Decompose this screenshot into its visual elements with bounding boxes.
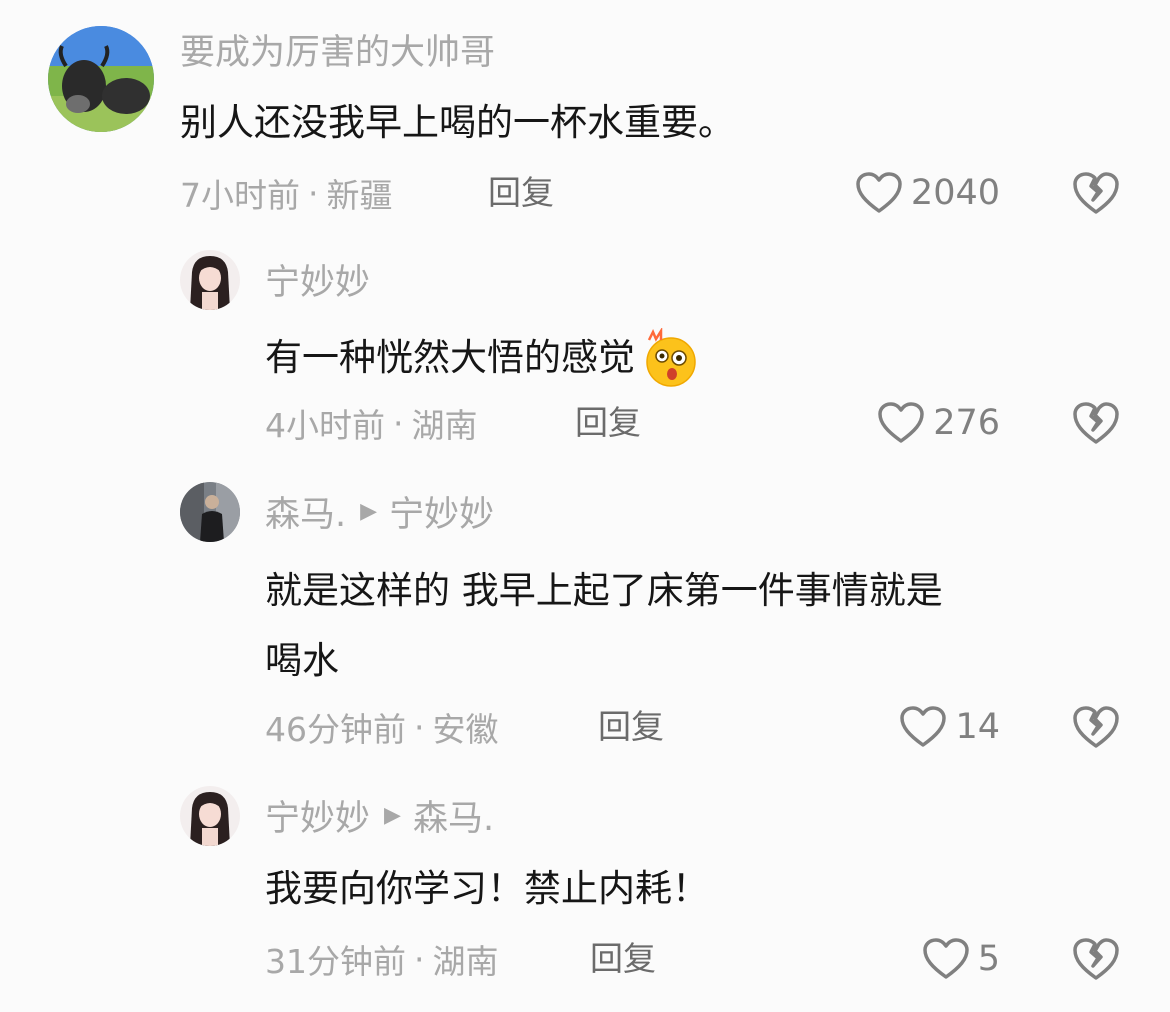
- dislike-button[interactable]: [1072, 170, 1120, 216]
- reply-text-line: 就是这样的 我早上起了床第一件事情就是: [265, 569, 943, 612]
- reply-meta: 31分钟前 · 湖南: [265, 936, 499, 982]
- like-button[interactable]: 14: [899, 702, 1000, 752]
- heart-icon: [922, 938, 969, 979]
- reply-location: 安徽: [432, 710, 499, 749]
- reply-button[interactable]: 回复: [598, 704, 664, 750]
- like-button[interactable]: 2040: [855, 168, 1000, 218]
- meta-separator: ·: [414, 707, 425, 747]
- reply-time: 4小时前: [265, 406, 385, 445]
- reply-button[interactable]: 回复: [590, 936, 656, 982]
- reply-meta: 4小时前 · 湖南: [265, 400, 478, 446]
- reply-meta: 46分钟前 · 安徽: [265, 704, 499, 750]
- reply-username[interactable]: 宁妙妙: [265, 254, 370, 305]
- comment-time: 7小时前: [180, 176, 300, 215]
- reply-to-username[interactable]: 森马.: [413, 790, 494, 841]
- reply-button[interactable]: 回复: [575, 400, 641, 446]
- reply-location: 湖南: [432, 942, 499, 981]
- broken-heart-icon: [1073, 402, 1119, 444]
- username-text[interactable]: 森马.: [265, 486, 346, 537]
- like-count: 5: [977, 939, 1000, 979]
- reply-item: 森马. ▶ 宁妙妙 就是这样的 我早上起了床第一件事情就是 喝水 46分钟前 ·…: [0, 464, 1170, 764]
- dislike-button[interactable]: [1072, 936, 1120, 982]
- reply-text: 就是这样的 我早上起了床第一件事情就是 喝水: [265, 556, 943, 696]
- heart-icon: [856, 172, 902, 213]
- reply-arrow-icon: ▶: [360, 498, 378, 524]
- reply-username[interactable]: 森马. ▶ 宁妙妙: [265, 486, 494, 537]
- broken-heart-icon: [1073, 172, 1119, 214]
- person-avatar[interactable]: [180, 482, 240, 542]
- reply-item: 宁妙妙 有一种恍然大悟的感觉 4小时前 · 湖南 回复 276: [0, 232, 1170, 462]
- like-count: 276: [933, 403, 1000, 443]
- girl-avatar[interactable]: [180, 250, 240, 310]
- heart-icon: [900, 706, 947, 747]
- comment-location: 新疆: [326, 176, 393, 215]
- comment-username[interactable]: 要成为厉害的大帅哥: [180, 24, 495, 75]
- reply-location: 湖南: [411, 406, 478, 445]
- dislike-button[interactable]: [1072, 704, 1120, 750]
- comment-item: 要成为厉害的大帅哥 别人还没我早上喝的一杯水重要。 7小时前 · 新疆 回复 2…: [0, 0, 1170, 230]
- reply-time: 31分钟前: [265, 942, 406, 981]
- comment-meta: 7小时前 · 新疆: [180, 170, 393, 216]
- reply-text: 我要向你学习！禁止内耗！: [265, 867, 709, 910]
- like-button[interactable]: 5: [922, 934, 1000, 984]
- reply-button[interactable]: 回复: [488, 170, 554, 216]
- broken-heart-icon: [1073, 938, 1119, 980]
- reply-arrow-icon: ▶: [384, 802, 401, 828]
- meta-separator: ·: [308, 173, 319, 213]
- dislike-button[interactable]: [1072, 400, 1120, 446]
- broken-heart-icon: [1073, 706, 1119, 748]
- comment-text: 别人还没我早上喝的一杯水重要。: [180, 101, 735, 144]
- reply-to-username[interactable]: 宁妙妙: [389, 486, 494, 537]
- reply-text: 有一种恍然大悟的感觉: [265, 328, 699, 388]
- reply-username[interactable]: 宁妙妙 ▶ 森马.: [265, 790, 494, 841]
- username-text[interactable]: 要成为厉害的大帅哥: [180, 24, 495, 75]
- like-count: 2040: [910, 173, 1000, 213]
- meta-separator: ·: [393, 403, 404, 443]
- girl-avatar[interactable]: [180, 786, 240, 846]
- heart-icon: [878, 402, 924, 443]
- meta-separator: ·: [414, 939, 425, 979]
- like-count: 14: [955, 707, 1000, 747]
- cow-avatar[interactable]: [48, 26, 154, 132]
- username-text[interactable]: 宁妙妙: [265, 254, 370, 305]
- reply-time: 46分钟前: [265, 710, 406, 749]
- username-text[interactable]: 宁妙妙: [265, 790, 370, 841]
- reply-item: 宁妙妙 ▶ 森马. 我要向你学习！禁止内耗！ 31分钟前 · 湖南 回复 5: [0, 768, 1170, 1008]
- astonished-emoji-icon: [646, 328, 696, 387]
- reply-text-line: 喝水: [265, 639, 339, 682]
- reply-text-content: 有一种恍然大悟的感觉: [265, 336, 635, 380]
- like-button[interactable]: 276: [877, 398, 1000, 448]
